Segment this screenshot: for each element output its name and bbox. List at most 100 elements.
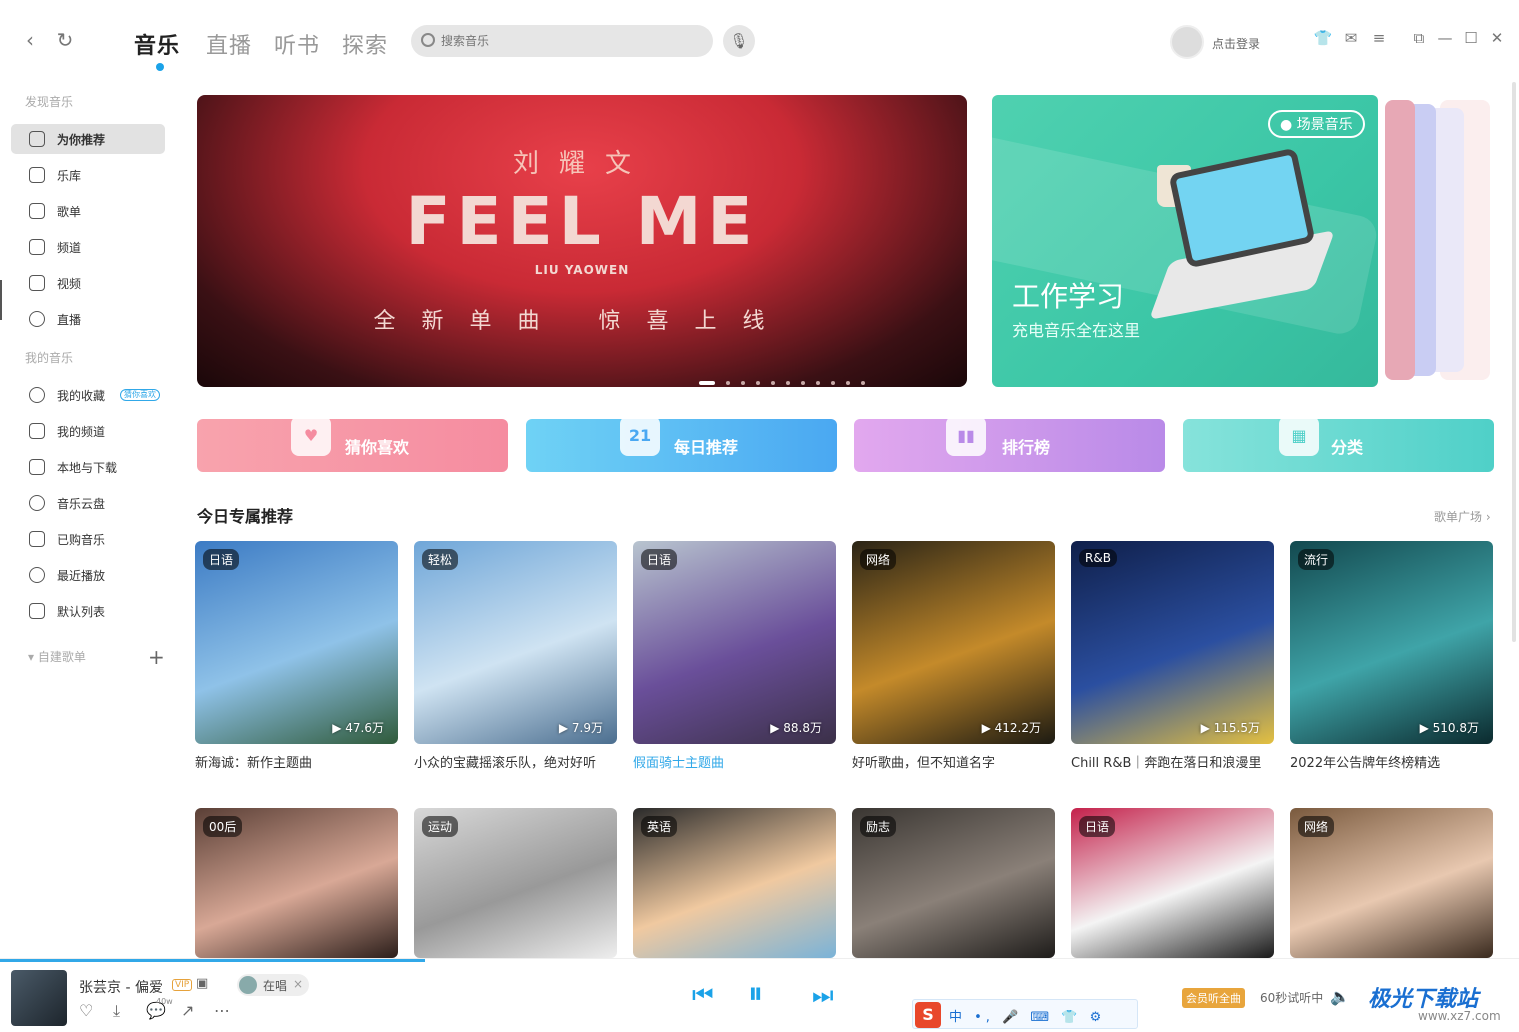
playlist-cover[interactable]: 日语 ▶ 88.8万	[633, 541, 836, 744]
playlist-card[interactable]: R&B ▶ 115.5万 Chill R&B｜奔跑在落日和浪漫里	[1071, 541, 1274, 773]
scene-music-card[interactable]: ● 场景音乐 工作学习 充电音乐全在这里	[992, 95, 1378, 387]
sidebar-item-video[interactable]: 视频	[11, 268, 165, 298]
next-icon[interactable]: ⏭	[812, 981, 834, 1009]
sidebar-item-my-channels[interactable]: 我的频道	[11, 416, 165, 446]
more-icon[interactable]: ⋯	[214, 1001, 230, 1020]
carousel-dot[interactable]	[771, 380, 775, 385]
playlist-card[interactable]: 日语 ▶ 47.6万新海诚：新作主题曲	[195, 541, 398, 773]
playlist-title[interactable]: Chill R&B｜奔跑在落日和浪漫里	[1071, 754, 1274, 773]
ime-toolbar[interactable]: S 中 •, 🎤 ⌨ 👕 ⚙	[912, 999, 1138, 1029]
volume-icon[interactable]: 🔈	[1330, 987, 1350, 1006]
login-link[interactable]: 点击登录	[1212, 35, 1260, 52]
sidebar-item-default-list[interactable]: 默认列表	[11, 596, 165, 626]
playlist-card[interactable]: 流行 ▶ 510.8万 2022年公告牌年终榜精选	[1290, 541, 1493, 773]
sidebar-item-live[interactable]: 直播	[11, 304, 165, 334]
playlist-cover[interactable]: R&B ▶ 115.5万	[1071, 541, 1274, 744]
playlist-card[interactable]: 励志	[852, 808, 1055, 958]
playlist-cover[interactable]: 英语	[633, 808, 836, 958]
download-icon[interactable]: ⤓	[113, 1001, 120, 1021]
carousel-dot[interactable]	[699, 380, 715, 385]
playlist-cover[interactable]: 流行 ▶ 510.8万	[1290, 541, 1493, 744]
carousel-dot[interactable]	[831, 380, 835, 385]
sidebar-item-recommend[interactable]: 为你推荐	[11, 124, 165, 154]
category-charts-button[interactable]: ▮▮ 排行榜	[854, 416, 1165, 472]
carousel-dot[interactable]	[741, 380, 745, 385]
vip-listen-button[interactable]: 会员听全曲	[1182, 988, 1245, 1008]
sidebar-item-local-download[interactable]: 本地与下载	[11, 452, 165, 482]
now-playing-title[interactable]: 张芸京 - 偏爱	[79, 977, 163, 997]
tab-explore[interactable]: 探索	[342, 28, 388, 60]
refresh-icon[interactable]: ↻	[54, 29, 76, 51]
sidebar-item-playlists[interactable]: 歌单	[11, 196, 165, 226]
sidebar-item-library[interactable]: 乐库	[11, 160, 165, 190]
tab-audiobook[interactable]: 听书	[274, 28, 320, 60]
playlist-card[interactable]: 日语	[1071, 808, 1274, 958]
playlist-square-link[interactable]: 歌单广场 ›	[1434, 508, 1491, 525]
playlist-cover[interactable]: 励志	[852, 808, 1055, 958]
search-box[interactable]	[411, 25, 713, 57]
playlist-title[interactable]: 好听歌曲，但不知道名字	[852, 754, 1055, 773]
playlist-card[interactable]: 英语	[633, 808, 836, 958]
playlist-title[interactable]: 新海诚：新作主题曲	[195, 754, 398, 773]
close-chip-icon[interactable]: ×	[293, 977, 303, 991]
now-playing-cover[interactable]	[11, 970, 67, 1026]
playlist-cover[interactable]: 00后	[195, 808, 398, 958]
like-icon[interactable]: ♡	[79, 1001, 93, 1020]
carousel-dot[interactable]	[846, 380, 850, 385]
category-genre-button[interactable]: ▦ 分类	[1183, 416, 1494, 472]
sidebar-item-favorites[interactable]: 我的收藏 猜你喜欢	[11, 380, 165, 410]
playlist-cover[interactable]: 网络 ▶ 412.2万	[852, 541, 1055, 744]
carousel-dot[interactable]	[816, 380, 820, 385]
playlist-card[interactable]: 网络 ▶ 412.2万好听歌曲，但不知道名字	[852, 541, 1055, 773]
carousel-dot[interactable]	[861, 380, 865, 385]
avatar[interactable]	[1170, 25, 1204, 59]
voice-search-icon[interactable]: 🎙	[723, 25, 755, 57]
playlist-cover[interactable]: 网络	[1290, 808, 1493, 958]
carousel-dots[interactable]	[699, 372, 876, 387]
minimize-icon[interactable]: —	[1435, 28, 1455, 48]
playlist-cover[interactable]: 运动	[414, 808, 617, 958]
ime-tools[interactable]: 中 •, 🎤 ⌨ 👕 ⚙	[949, 1006, 1105, 1025]
add-playlist-icon[interactable]: +	[148, 645, 165, 669]
tab-music[interactable]: 音乐	[134, 28, 180, 60]
sidebar-item-channels[interactable]: 频道	[11, 232, 165, 262]
skin-icon[interactable]: 👕	[1313, 28, 1333, 48]
progress-bar[interactable]	[0, 959, 426, 962]
share-icon[interactable]: ↗	[181, 1001, 194, 1020]
back-icon[interactable]: ‹	[19, 29, 41, 51]
pause-icon[interactable]: ⏸	[748, 976, 763, 1011]
sidebar-item-recent[interactable]: 最近播放	[11, 560, 165, 590]
mail-icon[interactable]: ✉	[1341, 28, 1361, 48]
playlist-card[interactable]: 00后	[195, 808, 398, 958]
playlist-cover[interactable]: 轻松 ▶ 7.9万	[414, 541, 617, 744]
playlist-title[interactable]: 假面骑士主题曲	[633, 754, 836, 773]
search-input[interactable]	[441, 25, 701, 57]
mini-mode-icon[interactable]: ⧉	[1409, 28, 1429, 48]
playlist-card[interactable]: 轻松 ▶ 7.9万小众的宝藏摇滚乐队，绝对好听	[414, 541, 617, 773]
carousel-dot[interactable]	[756, 380, 760, 385]
tab-live[interactable]: 直播	[206, 28, 252, 60]
category-daily-button[interactable]: 21 每日推荐	[526, 416, 837, 472]
carousel-dot[interactable]	[801, 380, 805, 385]
carousel-dot[interactable]	[726, 380, 730, 385]
carousel-dot[interactable]	[786, 380, 790, 385]
scrollbar[interactable]	[1512, 82, 1516, 642]
playlist-cover[interactable]: 日语 ▶ 47.6万	[195, 541, 398, 744]
category-guess-like-button[interactable]: ♥ 猜你喜欢	[197, 416, 508, 472]
maximize-icon[interactable]: ☐	[1461, 28, 1481, 48]
close-icon[interactable]: ✕	[1487, 28, 1507, 48]
sidebar-item-cloud[interactable]: 音乐云盘	[11, 488, 165, 518]
playlist-title[interactable]: 小众的宝藏摇滚乐队，绝对好听	[414, 754, 617, 773]
created-playlists-toggle[interactable]: ▾ 自建歌单	[28, 648, 86, 665]
menu-icon[interactable]: ≡	[1369, 28, 1389, 48]
playlist-card[interactable]: 网络	[1290, 808, 1493, 958]
playlist-card[interactable]: 日语 ▶ 88.8万假面骑士主题曲	[633, 541, 836, 773]
sidebar-item-purchased[interactable]: 已购音乐	[11, 524, 165, 554]
banner-carousel[interactable]: 刘耀文 FEEL ME LIU YAOWEN 全新单曲 惊喜上线	[197, 95, 967, 387]
previous-icon[interactable]: ⏮	[692, 981, 714, 1009]
playlist-cover[interactable]: 日语	[1071, 808, 1274, 958]
playlist-card[interactable]: 运动	[414, 808, 617, 958]
mv-icon[interactable]: ▣	[196, 976, 208, 991]
playlist-title[interactable]: 2022年公告牌年终榜精选	[1290, 754, 1493, 773]
singing-chip[interactable]: 在唱 ×	[237, 974, 309, 996]
